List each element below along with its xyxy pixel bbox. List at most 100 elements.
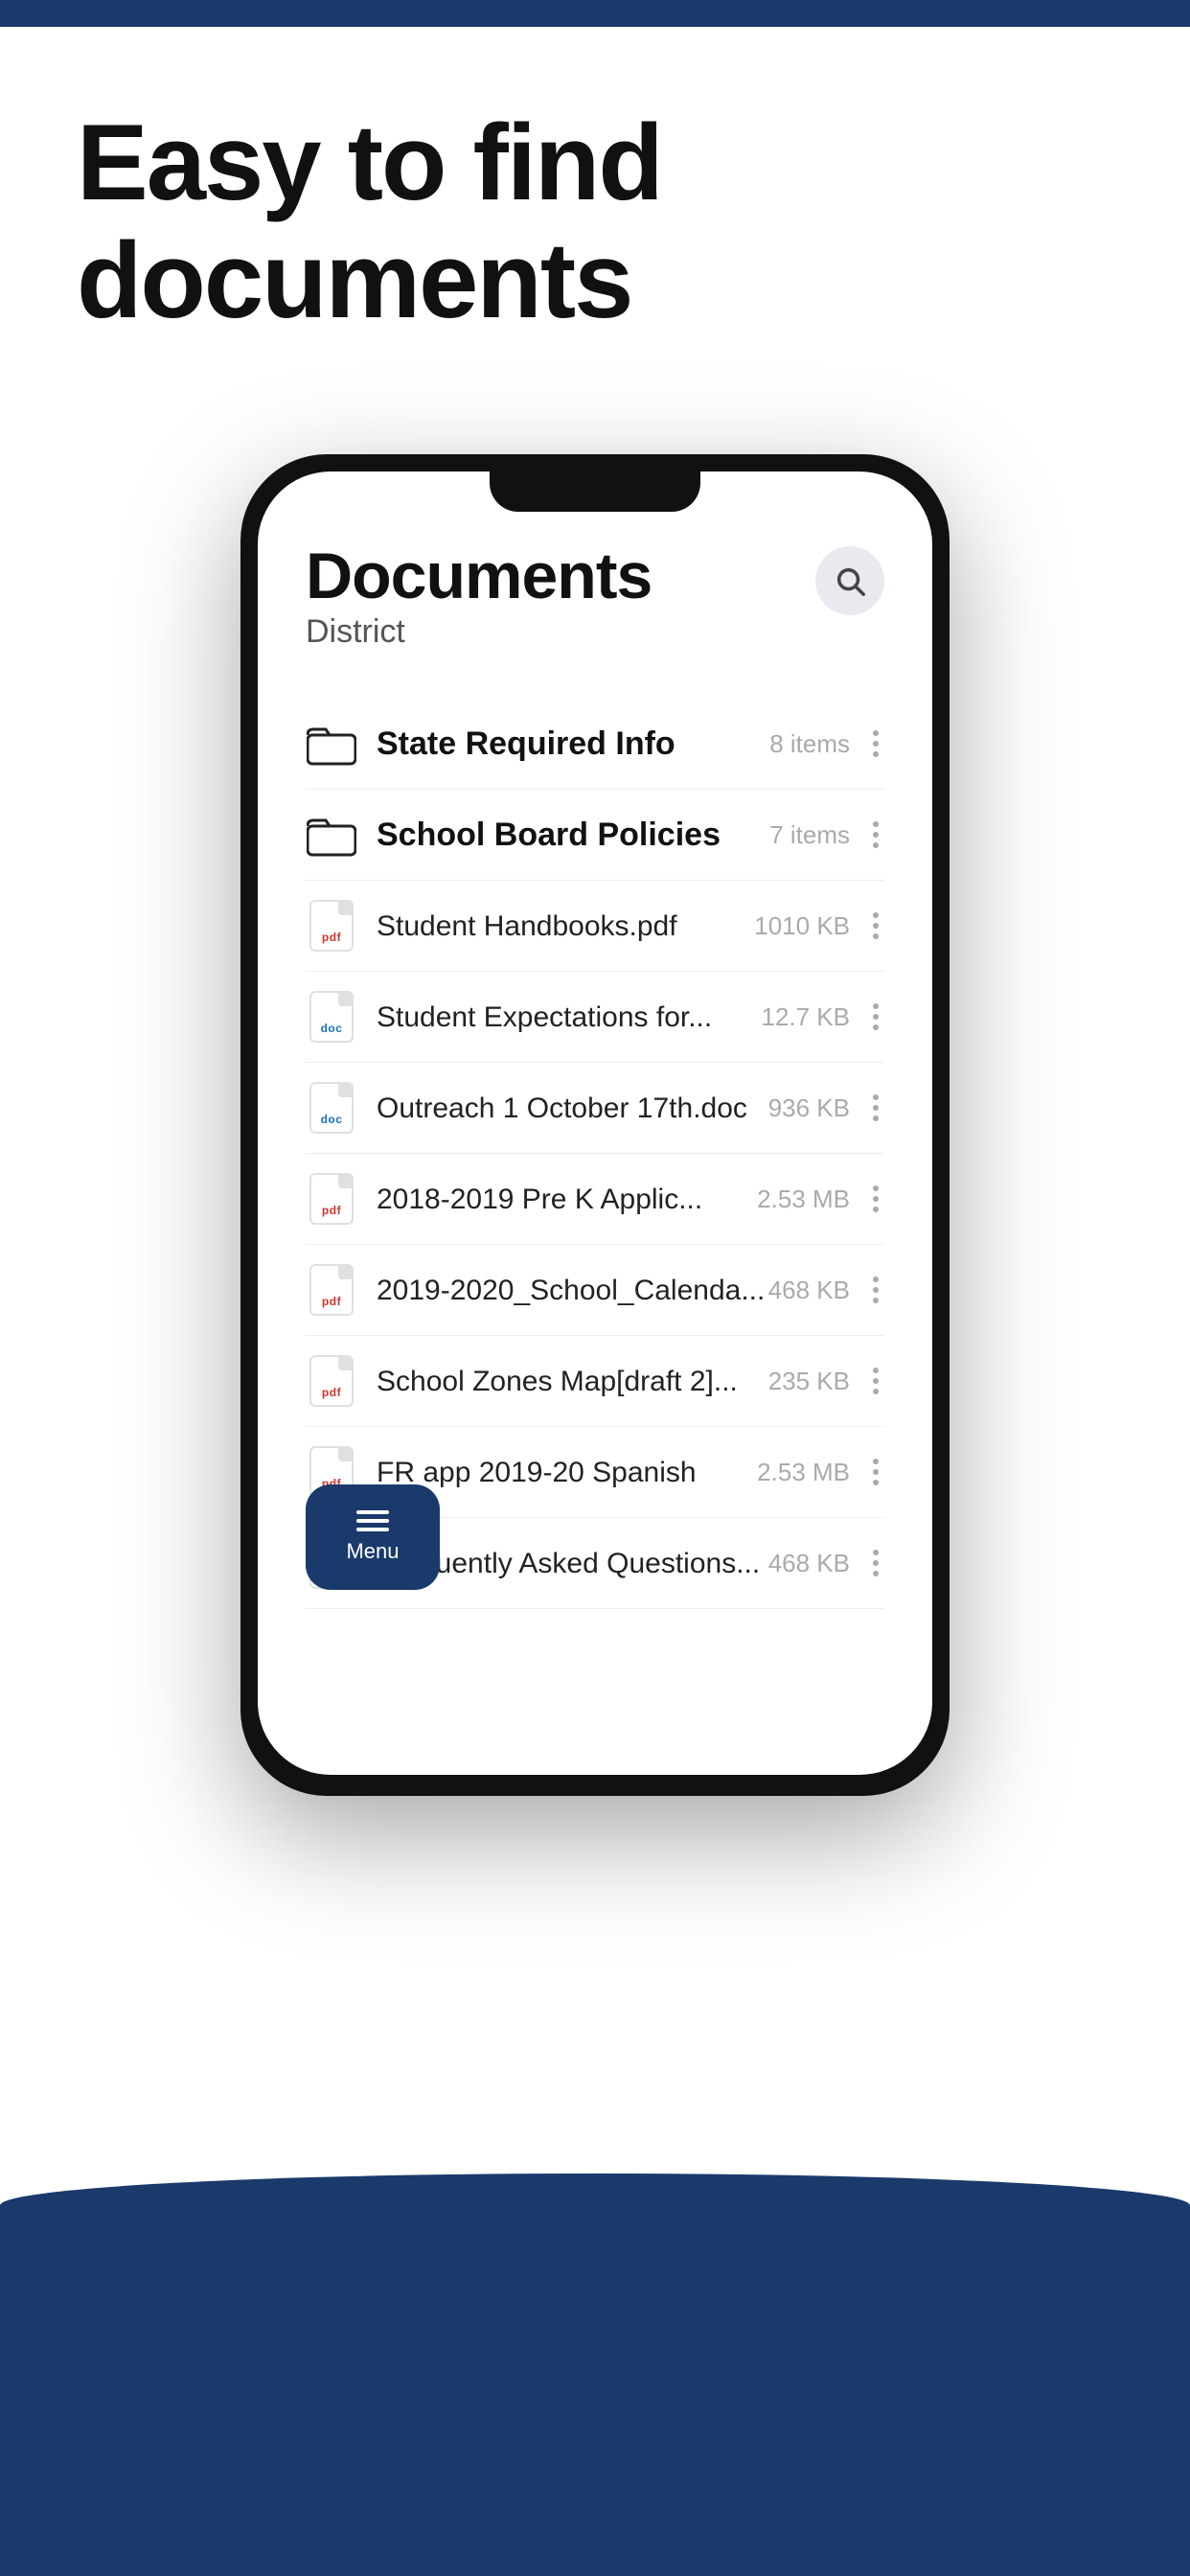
page-header: Easy to find documents (0, 27, 1190, 397)
phone-screen: Documents District (258, 472, 932, 1775)
doc-file-icon: doc (306, 1082, 357, 1134)
pdf-file-icon: pdf (306, 1355, 357, 1407)
more-dot (873, 923, 879, 929)
more-dot (873, 1185, 879, 1191)
folder-svg-icon (307, 722, 356, 766)
file-prek-applic-more[interactable] (867, 1182, 884, 1216)
documents-title-group: Documents District (306, 539, 652, 689)
more-dot (873, 730, 879, 736)
folder-school-board-more[interactable] (867, 817, 884, 852)
more-dot (873, 1378, 879, 1384)
more-dot (873, 912, 879, 918)
file-student-handbooks-more[interactable] (867, 908, 884, 943)
file-fr-app-more[interactable] (867, 1455, 884, 1489)
more-dot (873, 821, 879, 827)
documents-header: Documents District (306, 539, 884, 689)
file-student-expectations-name: Student Expectations for... (377, 999, 761, 1036)
file-outreach-more[interactable] (867, 1091, 884, 1125)
more-dot (873, 1276, 879, 1282)
more-dot (873, 741, 879, 747)
file-outreach[interactable]: doc Outreach 1 October 17th.doc 936 KB (306, 1063, 884, 1154)
more-dot (873, 1014, 879, 1020)
file-student-expectations-size: 12.7 KB (761, 1002, 850, 1032)
file-fr-app-size: 2.53 MB (757, 1458, 850, 1487)
more-dot (873, 1003, 879, 1009)
file-outreach-size: 936 KB (768, 1093, 850, 1123)
more-dot (873, 1105, 879, 1111)
folder-svg-icon (307, 813, 356, 857)
file-school-zones-more[interactable] (867, 1364, 884, 1398)
more-dot (873, 1480, 879, 1485)
folder-icon (306, 718, 357, 770)
pdf-file-icon: pdf (306, 1264, 357, 1316)
menu-button[interactable]: Menu (306, 1484, 440, 1590)
folder-school-board-count: 7 items (769, 820, 850, 850)
more-dot (873, 1024, 879, 1030)
more-dot (873, 1571, 879, 1576)
screen-content: Documents District (258, 472, 932, 1638)
file-student-expectations-more[interactable] (867, 1000, 884, 1034)
file-school-calendar-name: 2019-2020_School_Calenda... (377, 1272, 768, 1309)
page-title: Easy to find documents (77, 104, 1113, 339)
documents-title: Documents (306, 539, 652, 613)
file-school-zones-size: 235 KB (768, 1367, 850, 1396)
more-dot (873, 1207, 879, 1212)
folder-icon (306, 809, 357, 861)
more-dot (873, 1459, 879, 1464)
pdf-file-icon: pdf (306, 1173, 357, 1225)
content-area: Documents District (0, 397, 1190, 2576)
file-prek-applic-name: 2018-2019 Pre K Applic... (377, 1181, 757, 1218)
blue-bottom-section (0, 2174, 1190, 2576)
file-prek-applic-size: 2.53 MB (757, 1184, 850, 1214)
menu-label: Menu (346, 1539, 399, 1564)
folder-school-board[interactable]: School Board Policies 7 items (306, 790, 884, 881)
more-dot (873, 751, 879, 757)
folder-state-required-more[interactable] (867, 726, 884, 761)
more-dot (873, 1287, 879, 1293)
top-status-bar (0, 0, 1190, 27)
file-school-calendar-size: 468 KB (768, 1276, 850, 1305)
file-faq-more[interactable] (867, 1546, 884, 1580)
menu-icon (356, 1510, 389, 1531)
file-prek-applic[interactable]: pdf 2018-2019 Pre K Applic... 2.53 MB (306, 1154, 884, 1245)
file-fr-app-name: FR app 2019-20 Spanish (377, 1454, 757, 1491)
more-dot (873, 1560, 879, 1566)
search-button[interactable] (815, 546, 884, 615)
more-dot (873, 933, 879, 939)
phone-notch (490, 472, 700, 512)
file-school-zones-name: School Zones Map[draft 2]... (377, 1363, 768, 1400)
folder-state-required-count: 8 items (769, 729, 850, 759)
more-dot (873, 1469, 879, 1475)
search-icon (834, 564, 866, 597)
phone-mockup: Documents District (240, 454, 950, 1796)
more-dot (873, 832, 879, 838)
file-student-handbooks[interactable]: pdf Student Handbooks.pdf 1010 KB (306, 881, 884, 972)
more-dot (873, 1389, 879, 1394)
more-dot (873, 1196, 879, 1202)
folder-school-board-name: School Board Policies (377, 814, 769, 856)
file-faq-size: 468 KB (768, 1549, 850, 1578)
file-student-expectations[interactable]: doc Student Expectations for... 12.7 KB (306, 972, 884, 1063)
more-dot (873, 1094, 879, 1100)
file-student-handbooks-name: Student Handbooks.pdf (377, 908, 754, 945)
page-wrapper: Easy to find documents Documents Distric… (0, 0, 1190, 2576)
menu-line (356, 1528, 389, 1531)
doc-file-icon: doc (306, 991, 357, 1043)
menu-line (356, 1510, 389, 1514)
more-dot (873, 1116, 879, 1121)
folder-state-required[interactable]: State Required Info 8 items (306, 699, 884, 790)
file-outreach-name: Outreach 1 October 17th.doc (377, 1090, 768, 1127)
phone-wrapper: Documents District (240, 397, 950, 1796)
more-dot (873, 1298, 879, 1303)
file-school-zones[interactable]: pdf School Zones Map[draft 2]... 235 KB (306, 1336, 884, 1427)
file-school-calendar-more[interactable] (867, 1273, 884, 1307)
file-school-calendar[interactable]: pdf 2019-2020_School_Calenda... 468 KB (306, 1245, 884, 1336)
more-dot (873, 1368, 879, 1373)
file-student-handbooks-size: 1010 KB (754, 911, 850, 941)
more-dot (873, 1550, 879, 1555)
documents-subtitle: District (306, 613, 652, 651)
folder-state-required-name: State Required Info (377, 723, 769, 765)
menu-line (356, 1519, 389, 1523)
more-dot (873, 842, 879, 848)
pdf-file-icon: pdf (306, 900, 357, 952)
